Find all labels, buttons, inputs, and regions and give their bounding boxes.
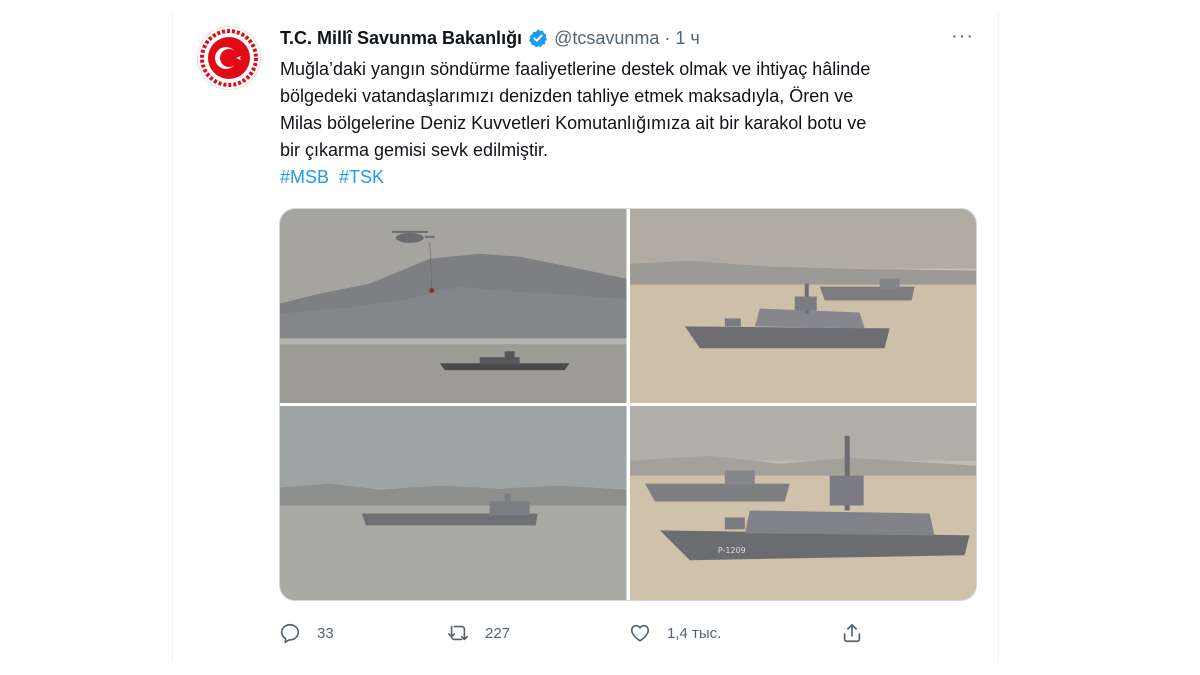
tweet-text-line: Muğla’daki yangın söndürme faaliyetlerin…	[280, 59, 871, 79]
hashtag-link[interactable]: #MSB	[280, 167, 329, 187]
retweet-button[interactable]: 227	[447, 618, 510, 648]
avatar[interactable]	[197, 26, 261, 90]
photo-landing-ship[interactable]	[280, 406, 627, 600]
like-count: 1,4 тыс.	[667, 624, 722, 642]
media-grid: P-1209	[279, 208, 977, 601]
tweet-timestamp[interactable]: 1 ч	[675, 28, 699, 49]
photo-helicopter-ship[interactable]	[280, 209, 627, 403]
ministry-logo-icon	[200, 29, 258, 87]
reply-button[interactable]: 33	[279, 618, 334, 648]
retweet-icon	[448, 625, 468, 641]
separator-dot: ·	[664, 27, 671, 48]
share-icon	[843, 623, 861, 643]
hashtag-link[interactable]: #TSK	[339, 167, 384, 187]
photo-patrol-boat[interactable]	[629, 209, 976, 403]
reply-count: 33	[317, 624, 334, 642]
action-bar: 33 227 1,4 тыс.	[279, 618, 879, 648]
reply-icon	[280, 623, 300, 644]
user-handle[interactable]: @tcsavunma	[554, 28, 659, 49]
share-button[interactable]	[841, 618, 879, 648]
tweet-text: Muğla’daki yangın söndürme faaliyetlerin…	[280, 56, 980, 191]
display-name[interactable]: T.C. Millî Savunma Bakanlığı	[280, 28, 522, 49]
tweet-text-line: bir çıkarma gemisi sevk edilmiştir.	[280, 140, 549, 160]
tweet-card[interactable]: T.C. Millî Savunma Bakanlığı @tcsavunma …	[172, 12, 999, 662]
more-icon[interactable]: ···	[951, 26, 974, 46]
hashtag-row: #MSB #TSK	[280, 164, 980, 191]
tweet-text-line: Milas bölgelerine Deniz Kuvvetleri Komut…	[280, 113, 867, 133]
retweet-count: 227	[485, 624, 511, 642]
tweet-text-line: bölgedeki vatandaşlarımızı denizden tahl…	[280, 86, 854, 106]
photo-patrol-boat-close[interactable]: P-1209	[629, 406, 976, 600]
hull-number: P-1209	[717, 546, 745, 555]
tweet-header: T.C. Millî Savunma Bakanlığı @tcsavunma …	[280, 26, 978, 50]
verified-badge-icon	[528, 28, 548, 48]
like-icon	[630, 624, 650, 642]
like-button[interactable]: 1,4 тыс.	[629, 618, 721, 648]
